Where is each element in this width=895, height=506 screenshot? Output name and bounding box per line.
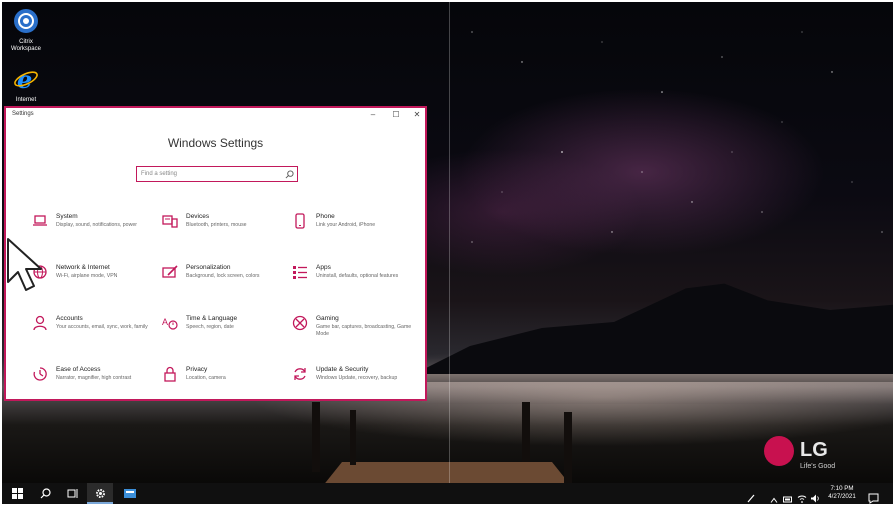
tile-name: System	[56, 213, 78, 220]
settings-taskbar-button[interactable]	[87, 483, 113, 504]
time-language-icon: A	[162, 317, 178, 330]
settings-tile-phone[interactable]: Phone Link your Android, iPhone	[292, 213, 422, 253]
settings-tile-accounts[interactable]: Accounts Your accounts, email, sync, wor…	[32, 315, 162, 355]
window-title: Settings	[12, 111, 34, 117]
tile-name: Phone	[316, 213, 335, 220]
personalization-icon	[162, 265, 178, 278]
tile-name: Devices	[186, 213, 210, 220]
settings-tile-update-security[interactable]: Update & Security Windows Update, recove…	[292, 366, 422, 406]
close-button[interactable]: ✕	[410, 109, 424, 121]
tile-desc: Link your Android, iPhone	[316, 222, 376, 228]
lake-reflection	[422, 374, 893, 404]
search-button[interactable]	[32, 483, 58, 504]
start-button[interactable]	[4, 483, 30, 504]
battery-icon[interactable]	[783, 489, 793, 506]
search-input[interactable]: Find a setting	[136, 166, 298, 182]
search-icon	[285, 170, 294, 179]
settings-tile-gaming[interactable]: Gaming Game bar, captures, broadcasting,…	[292, 315, 422, 355]
pen-icon[interactable]	[746, 488, 756, 506]
tile-name: Apps	[316, 264, 331, 271]
tile-desc: Game bar, captures, broadcasting, Game M…	[316, 324, 412, 337]
svg-text:A: A	[162, 317, 168, 327]
lg-tagline: Life's Good	[800, 463, 836, 470]
update-icon	[294, 368, 306, 380]
desktop-icon-internet[interactable]: e Internet	[4, 65, 48, 104]
settings-tile-privacy[interactable]: Privacy Location, camera	[162, 366, 292, 406]
tile-name: Update & Security	[316, 366, 369, 373]
maximize-button[interactable]: ☐	[389, 109, 403, 121]
settings-tile-system[interactable]: System Display, sound, notifications, po…	[32, 213, 162, 253]
phone-icon	[295, 213, 305, 229]
tile-desc: Display, sound, notifications, power	[56, 222, 137, 228]
tile-desc: Windows Update, recovery, backup	[316, 375, 398, 381]
settings-tile-time-language[interactable]: A Time & Language Speech, region, date	[162, 315, 292, 355]
tile-desc: Your accounts, email, sync, work, family	[56, 324, 148, 330]
desktop-icon-label: Internet	[15, 97, 37, 103]
notification-icon[interactable]	[868, 488, 879, 506]
tile-name: Gaming	[316, 315, 339, 322]
display-seam	[449, 2, 450, 483]
tile-desc: Background, lock screen, colors	[186, 273, 260, 279]
wifi-icon[interactable]	[797, 488, 807, 506]
tile-name: Personalization	[186, 264, 231, 271]
search-placeholder: Find a setting	[141, 171, 178, 177]
tile-desc: Uninstall, defaults, optional features	[316, 273, 399, 279]
clock-date: 4/27/2021	[828, 493, 856, 500]
citrix-taskbar-button[interactable]	[116, 483, 142, 504]
svg-text:e: e	[17, 66, 32, 92]
ease-of-access-icon	[33, 367, 47, 381]
desktop-icon-label: Workspace	[11, 46, 41, 52]
task-view-button[interactable]	[59, 483, 85, 504]
citrix-taskbar-icon	[124, 489, 136, 498]
lg-logo: LG Life's Good	[764, 436, 854, 476]
clock-time: 7:10 PM	[830, 485, 854, 492]
laptop-icon	[33, 215, 47, 226]
person-icon	[33, 315, 47, 331]
tile-desc: Narrator, magnifier, high contrast	[56, 375, 132, 381]
tile-name: Privacy	[186, 366, 208, 373]
settings-tile-apps[interactable]: Apps Uninstall, defaults, optional featu…	[292, 264, 422, 304]
settings-tile-devices[interactable]: Devices Bluetooth, printers, mouse	[162, 213, 292, 253]
xbox-icon	[292, 315, 308, 331]
apps-icon	[293, 266, 307, 279]
tile-desc: Bluetooth, printers, mouse	[186, 222, 247, 228]
settings-tile-ease-of-access[interactable]: Ease of Access Narrator, magnifier, high…	[32, 366, 162, 406]
taskbar: 7:10 PM 4/27/2021	[2, 483, 893, 504]
page-title: Windows Settings	[167, 136, 264, 150]
settings-tile-network-internet[interactable]: Network & Internet Wi-Fi, airplane mode,…	[32, 264, 162, 304]
lock-icon	[164, 366, 176, 382]
settings-window: Settings – ☐ ✕ Windows Settings Find a s…	[4, 106, 427, 401]
desktop-icon-citrix-workspace[interactable]: Citrix Workspace	[4, 8, 48, 53]
tile-desc: Location, camera	[186, 375, 226, 381]
search-icon	[40, 488, 51, 499]
tile-name: Time & Language	[186, 315, 238, 322]
internet-explorer-icon: e	[14, 65, 38, 94]
settings-tile-personalization[interactable]: Personalization Background, lock screen,…	[162, 264, 292, 304]
settings-gear-icon	[96, 489, 105, 498]
tile-name: Network & Internet	[56, 264, 110, 271]
lg-face-icon	[764, 436, 794, 466]
tile-desc: Speech, region, date	[186, 324, 234, 330]
citrix-icon	[14, 9, 38, 33]
tile-desc: Wi-Fi, airplane mode, VPN	[56, 273, 118, 279]
tile-name: Ease of Access	[56, 366, 101, 373]
devices-icon	[162, 215, 178, 228]
desktop-icon-label: Citrix	[19, 39, 33, 45]
minimize-button[interactable]: –	[366, 109, 380, 121]
mouse-cursor-icon	[7, 238, 42, 291]
start-icon	[12, 488, 23, 499]
lg-logo-text: LG	[800, 439, 828, 461]
chevron-up-icon[interactable]	[770, 490, 778, 506]
task-view-icon	[67, 489, 78, 498]
pier	[312, 402, 572, 483]
volume-icon[interactable]	[810, 488, 820, 506]
system-clock[interactable]: 7:10 PM 4/27/2021	[822, 485, 862, 501]
title-bar[interactable]: Settings – ☐ ✕	[6, 108, 425, 122]
tile-name: Accounts	[56, 315, 83, 322]
